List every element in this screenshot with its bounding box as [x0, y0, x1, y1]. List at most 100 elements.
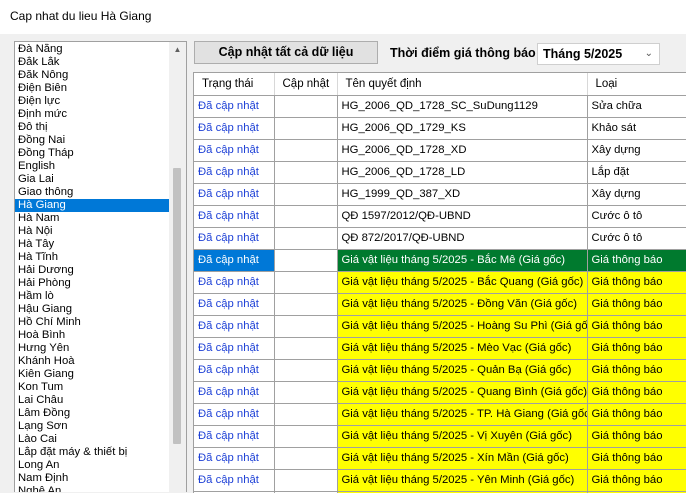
province-item[interactable]: Đồng Tháp: [15, 147, 170, 160]
status-cell[interactable]: Đã cập nhật: [194, 117, 275, 140]
type-cell[interactable]: Giá thông báo: [587, 293, 686, 316]
name-cell[interactable]: HG_2006_QD_1728_XD: [337, 139, 588, 162]
status-cell[interactable]: Đã cập nhật: [194, 183, 275, 206]
chevron-up-icon[interactable]: ▲: [169, 42, 186, 58]
table-row[interactable]: Đã cập nhật Giá vật liệu tháng 5/2025 - V…: [194, 425, 686, 448]
type-cell[interactable]: Sửa chữa: [587, 95, 686, 118]
type-cell[interactable]: Giá thông báo: [587, 469, 686, 492]
province-list[interactable]: Đà Nẵng Đắk Lắk Đăk Nông Điện Biên Điện lực Đ…: [14, 41, 187, 492]
column-header-update[interactable]: Cập nhật: [274, 73, 338, 96]
name-cell[interactable]: Giá vật liệu tháng 5/2025 - Bắc Quang (G…: [337, 271, 588, 294]
province-item[interactable]: Hầm lò: [15, 290, 170, 303]
update-cell[interactable]: [274, 293, 338, 316]
update-cell[interactable]: [274, 117, 338, 140]
province-item[interactable]: Lâm Đồng: [15, 407, 170, 420]
province-item[interactable]: Hậu Giang: [15, 303, 170, 316]
province-item[interactable]: Hà Nội: [15, 225, 170, 238]
province-item[interactable]: English: [15, 160, 170, 173]
name-cell[interactable]: Giá vật liệu tháng 5/2025 - TP. Hà Giang…: [337, 403, 588, 426]
status-cell[interactable]: Đã cập nhật: [194, 425, 275, 448]
table-row[interactable]: Đã cập nhật QĐ 1597/2012/QĐ-UBND Cước ô tô: [194, 205, 686, 228]
name-cell[interactable]: Giá vật liệu tháng 5/2025 - Bắc Mê (Giá …: [337, 249, 588, 272]
province-item[interactable]: Kon Tum: [15, 381, 170, 394]
province-item[interactable]: Nam Định: [15, 472, 170, 485]
province-item[interactable]: Nghệ An: [15, 485, 170, 492]
type-cell[interactable]: Giá thông báo: [587, 403, 686, 426]
update-cell[interactable]: [274, 139, 338, 162]
province-item[interactable]: Hoà Bình: [15, 329, 170, 342]
status-cell[interactable]: Đã cập nhật: [194, 249, 275, 272]
table-row[interactable]: Đã cập nhật QĐ 872/2017/QĐ-UBND Cước ô tô: [194, 227, 686, 250]
status-cell[interactable]: Đã cập nhật: [194, 381, 275, 404]
status-cell[interactable]: Đã cập nhật: [194, 359, 275, 382]
type-cell[interactable]: Giá thông báo: [587, 447, 686, 470]
province-item[interactable]: Hà Tây: [15, 238, 170, 251]
status-cell[interactable]: Đã cập nhật: [194, 447, 275, 470]
type-cell[interactable]: Giá thông báo: [587, 425, 686, 448]
table-row[interactable]: Đã cập nhật Giá vật liệu tháng 5/2025 - Đ…: [194, 293, 686, 316]
province-item[interactable]: Lạng Sơn: [15, 420, 170, 433]
table-row[interactable]: Đã cập nhật Giá vật liệu tháng 5/2025 - Q…: [194, 359, 686, 382]
status-cell[interactable]: Đã cập nhật: [194, 161, 275, 184]
status-cell[interactable]: Đã cập nhật: [194, 315, 275, 338]
name-cell[interactable]: HG_1999_QD_387_XD: [337, 183, 588, 206]
table-row[interactable]: Đã cập nhật HG_2006_QD_1728_XD Xây dựng: [194, 139, 686, 162]
status-cell[interactable]: Đã cập nhật: [194, 337, 275, 360]
province-item[interactable]: Đăk Nông: [15, 69, 170, 82]
name-cell[interactable]: QĐ 1597/2012/QĐ-UBND: [337, 205, 588, 228]
decision-grid[interactable]: Trạng thái Cập nhật Tên quyết định Loại …: [193, 72, 686, 493]
table-row[interactable]: Đã cập nhật HG_2006_QD_1728_LD Lắp đặt: [194, 161, 686, 184]
table-row[interactable]: Đã cập nhật Giá vật liệu tháng 5/2025 - T…: [194, 403, 686, 426]
status-cell[interactable]: Đã cập nhật: [194, 139, 275, 162]
province-item[interactable]: Lào Cai: [15, 433, 170, 446]
province-item[interactable]: Lắp đặt máy & thiết bị: [15, 446, 170, 459]
table-row[interactable]: Đã cập nhật Giá vật liệu tháng 5/2025 - B…: [194, 249, 686, 272]
column-header-type[interactable]: Loại: [587, 73, 686, 96]
update-cell[interactable]: [274, 447, 338, 470]
update-cell[interactable]: [274, 183, 338, 206]
update-cell[interactable]: [274, 381, 338, 404]
province-item[interactable]: Hồ Chí Minh: [15, 316, 170, 329]
table-row[interactable]: Đã cập nhật HG_2006_QD_1729_KS Khảo sát: [194, 117, 686, 140]
update-cell[interactable]: [274, 227, 338, 250]
status-cell[interactable]: Đã cập nhật: [194, 227, 275, 250]
update-cell[interactable]: [274, 337, 338, 360]
province-item[interactable]: Kiên Giang: [15, 368, 170, 381]
name-cell[interactable]: Giá vật liệu tháng 5/2025 - Quang Bình (…: [337, 381, 588, 404]
update-cell[interactable]: [274, 161, 338, 184]
update-cell[interactable]: [274, 469, 338, 492]
province-item[interactable]: Hà Tĩnh: [15, 251, 170, 264]
type-cell[interactable]: Giá thông báo: [587, 249, 686, 272]
column-header-status[interactable]: Trạng thái: [194, 73, 275, 96]
status-cell[interactable]: Đã cập nhật: [194, 271, 275, 294]
status-cell[interactable]: Đã cập nhật: [194, 95, 275, 118]
name-cell[interactable]: Giá vật liệu tháng 5/2025 - Mèo Vạc (Giá…: [337, 337, 588, 360]
province-item[interactable]: Điện lực: [15, 95, 170, 108]
table-row[interactable]: Đã cập nhật Giá vật liệu tháng 5/2025 - Q…: [194, 381, 686, 404]
province-item[interactable]: Đô thị: [15, 121, 170, 134]
province-item[interactable]: Hà Nam: [15, 212, 170, 225]
scrollbar-thumb[interactable]: [173, 168, 181, 444]
type-cell[interactable]: Cước ô tô: [587, 227, 686, 250]
update-cell[interactable]: [274, 271, 338, 294]
table-row[interactable]: Đã cập nhật Giá vật liệu tháng 5/2025 - X…: [194, 447, 686, 470]
type-cell[interactable]: Giá thông báo: [587, 337, 686, 360]
type-cell[interactable]: Cước ô tô: [587, 205, 686, 228]
type-cell[interactable]: Xây dựng: [587, 139, 686, 162]
update-cell[interactable]: [274, 205, 338, 228]
name-cell[interactable]: Giá vật liệu tháng 5/2025 - Vị Xuyên (Gi…: [337, 425, 588, 448]
province-list-scrollbar[interactable]: ▲: [169, 42, 186, 492]
province-item[interactable]: Hải Phòng: [15, 277, 170, 290]
table-row[interactable]: Đã cập nhật Giá vật liệu tháng 5/2025 - B…: [194, 271, 686, 294]
type-cell[interactable]: Giá thông báo: [587, 315, 686, 338]
update-cell[interactable]: [274, 315, 338, 338]
chevron-down-icon[interactable]: ⌄: [645, 44, 653, 64]
province-item[interactable]: Long An: [15, 459, 170, 472]
update-cell[interactable]: [274, 425, 338, 448]
province-item[interactable]: Định mức: [15, 108, 170, 121]
type-cell[interactable]: Khảo sát: [587, 117, 686, 140]
table-row[interactable]: Đã cập nhật Giá vật liệu tháng 5/2025 - M…: [194, 337, 686, 360]
province-item[interactable]: Lai Châu: [15, 394, 170, 407]
name-cell[interactable]: Giá vật liệu tháng 5/2025 - Hoàng Su Phì…: [337, 315, 588, 338]
update-cell[interactable]: [274, 95, 338, 118]
